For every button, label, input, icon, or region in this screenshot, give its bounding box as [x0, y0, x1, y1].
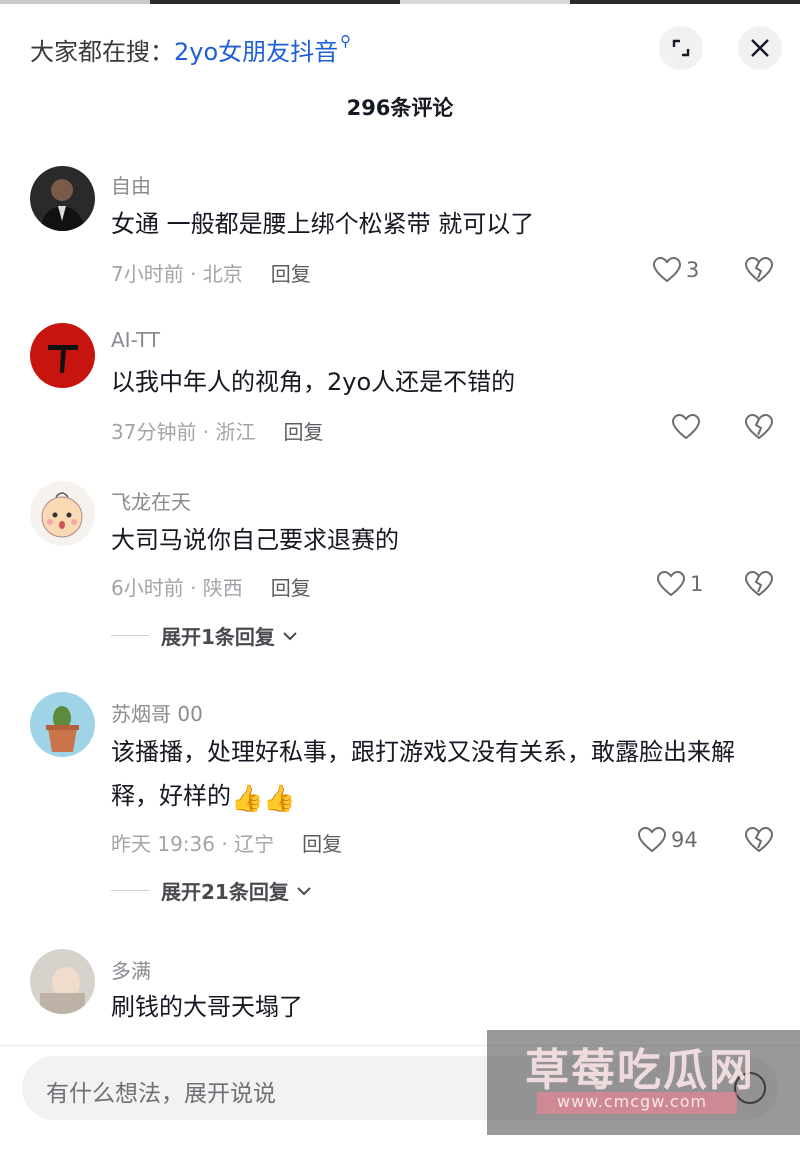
- like-count: 3: [686, 258, 700, 282]
- comment-meta: 昨天 19:36 · 辽宁 回复: [111, 828, 342, 857]
- comment-username[interactable]: AI-TT: [111, 328, 160, 352]
- expand-replies-label: 展开1条回复: [161, 625, 275, 649]
- heart-icon: [652, 256, 682, 283]
- reply-button[interactable]: 回复: [284, 420, 324, 444]
- fullscreen-button[interactable]: [659, 26, 703, 70]
- heart-icon: [637, 826, 667, 853]
- comment-time-location: 7小时前 · 北京: [111, 262, 243, 286]
- like-count: 1: [690, 572, 704, 596]
- like-button[interactable]: [671, 413, 701, 441]
- comment-text: 以我中年人的视角，2yo人还是不错的: [111, 368, 516, 396]
- expand-replies-label: 展开21条回复: [161, 880, 289, 904]
- comment-text-body: 该播播，处理好私事，跟打游戏又没有关系，敢露脸出来解释，好样的: [111, 738, 735, 810]
- broken-heart-icon: [744, 256, 774, 283]
- avatar[interactable]: [30, 166, 95, 231]
- dislike-button[interactable]: [744, 413, 774, 445]
- avatar[interactable]: [30, 949, 95, 1014]
- comment-time-location: 6小时前 · 陕西: [111, 576, 243, 600]
- like-count: 94: [671, 828, 698, 852]
- expand-replies-button[interactable]: 展开21条回复: [111, 876, 313, 905]
- comment-meta: 6小时前 · 陕西 回复: [111, 572, 311, 601]
- broken-heart-icon: [744, 413, 774, 440]
- avatar[interactable]: [30, 692, 95, 757]
- comment-meta: 37分钟前 · 浙江 回复: [111, 416, 324, 445]
- broken-heart-icon: [744, 826, 774, 853]
- watermark-url: www.cmcgw.com: [557, 1092, 708, 1111]
- avatar[interactable]: [30, 323, 95, 388]
- reply-button[interactable]: 回复: [302, 832, 342, 856]
- reply-button[interactable]: 回复: [271, 262, 311, 286]
- comment-text: 刷钱的大哥天塌了: [111, 993, 303, 1021]
- heart-icon: [671, 413, 701, 440]
- heart-icon: [656, 570, 686, 597]
- comment-text: 大司马说你自己要求退赛的: [111, 526, 399, 554]
- expand-replies-button[interactable]: 展开1条回复: [111, 621, 299, 650]
- comment-username[interactable]: 苏烟哥 00: [111, 698, 203, 727]
- thumbs-up-icon: 👍: [231, 784, 264, 814]
- expand-icon: [672, 39, 690, 57]
- search-suggestion-keyword[interactable]: 2yo女朋友抖音: [174, 38, 338, 66]
- close-button[interactable]: [738, 26, 782, 70]
- comment-username[interactable]: 自由: [111, 170, 151, 199]
- dislike-button[interactable]: [744, 256, 774, 288]
- chevron-down-icon: [283, 631, 297, 640]
- comment-count: 296条评论: [346, 96, 454, 120]
- watermark: 草莓吃瓜网 www.cmcgw.com: [487, 1030, 800, 1135]
- reply-button[interactable]: 回复: [271, 576, 311, 600]
- watermark-text: 草莓吃瓜网: [525, 1045, 755, 1096]
- search-suggestion-prefix: 大家都在搜：: [30, 38, 174, 66]
- comment-time-location: 昨天 19:36 · 辽宁: [111, 832, 275, 856]
- comment-text: 女通 一般都是腰上绑个松紧带 就可以了: [111, 210, 535, 238]
- close-icon: [751, 39, 769, 57]
- search-icon: ⚲: [340, 32, 352, 50]
- search-suggestion[interactable]: 大家都在搜：2yo女朋友抖音 ⚲: [30, 32, 351, 67]
- comment-username[interactable]: 多满: [111, 955, 151, 984]
- like-button[interactable]: 1: [656, 570, 703, 598]
- like-button[interactable]: 94: [637, 826, 698, 854]
- comment-time-location: 37分钟前 · 浙江: [111, 420, 256, 444]
- chevron-down-icon: [297, 886, 311, 895]
- broken-heart-icon: [744, 570, 774, 597]
- comment-username[interactable]: 飞龙在天: [111, 486, 191, 515]
- comment-meta: 7小时前 · 北京 回复: [111, 258, 311, 287]
- dislike-button[interactable]: [744, 826, 774, 858]
- top-status-strip: [0, 0, 800, 4]
- comment-text: 该播播，处理好私事，跟打游戏又没有关系，敢露脸出来解释，好样的👍👍: [111, 730, 761, 821]
- comment-input-placeholder: 有什么想法，展开说说: [46, 1081, 276, 1107]
- like-button[interactable]: 3: [652, 256, 699, 284]
- comments-header: 大家都在搜：2yo女朋友抖音 ⚲: [0, 18, 800, 78]
- avatar[interactable]: [30, 481, 95, 546]
- thumbs-up-icon: 👍: [263, 784, 296, 814]
- dislike-button[interactable]: [744, 570, 774, 602]
